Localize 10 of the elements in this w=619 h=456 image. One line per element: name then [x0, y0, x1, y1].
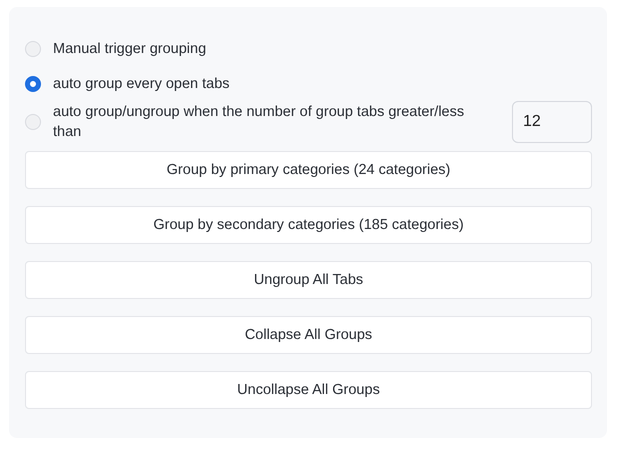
action-button[interactable]: Uncollapse All Groups	[25, 371, 592, 409]
option-label: auto group/ungroup when the number of group tabs greater/less than	[53, 103, 466, 142]
action-button[interactable]: Ungroup All Tabs	[25, 261, 592, 299]
option-label: auto group every open tabs	[53, 74, 231, 94]
action-button[interactable]: Group by primary categories (24 categories)	[25, 151, 592, 189]
action-button[interactable]: Group by secondary categories (185 categories)	[25, 206, 592, 244]
option-label: Manual trigger grouping	[53, 40, 208, 58]
number-field[interactable]: 12	[512, 101, 592, 143]
radio-button[interactable]	[25, 76, 41, 92]
action-button[interactable]: Collapse All Groups	[25, 316, 592, 354]
